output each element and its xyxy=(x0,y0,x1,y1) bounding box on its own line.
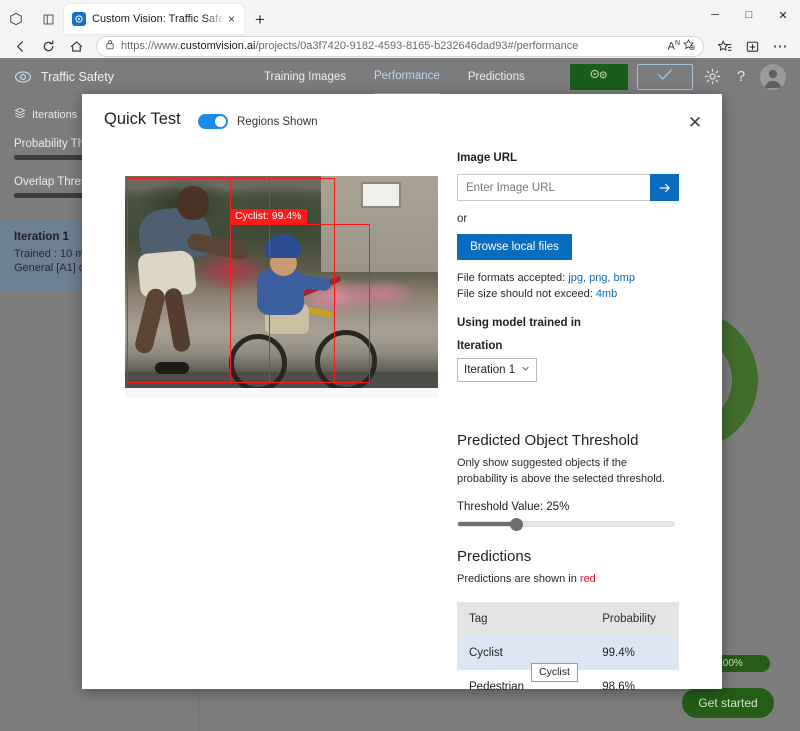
quick-test-button[interactable] xyxy=(637,64,693,90)
iteration-field-label: Iteration xyxy=(457,340,679,352)
check-icon xyxy=(657,68,673,86)
file-formats-value: jpg, png, bmp xyxy=(568,272,635,284)
browser-tab[interactable]: Custom Vision: Traffic Safety - Pe × xyxy=(64,4,244,34)
threshold-section: Predicted Object Threshold Only show sug… xyxy=(457,432,679,527)
using-model-trained-in-label: Using model trained in xyxy=(457,317,679,329)
refresh-icon[interactable] xyxy=(34,35,62,57)
browse-local-files-button[interactable]: Browse local files xyxy=(457,234,572,260)
image-url-row: Enter Image URL xyxy=(457,174,679,201)
bbox-cyclist xyxy=(230,224,370,383)
image-url-input[interactable]: Enter Image URL xyxy=(457,174,650,201)
file-size-value: 4mb xyxy=(596,288,617,300)
or-separator: or xyxy=(457,213,679,225)
get-started-button[interactable]: Get started xyxy=(682,688,774,718)
column-header-tag: Tag xyxy=(457,602,590,636)
new-tab-button[interactable]: + xyxy=(246,6,274,34)
close-tab-icon[interactable]: × xyxy=(225,11,238,27)
predictions-subtitle-prefix: Predictions are shown in xyxy=(457,573,580,585)
url-path: /projects/0a3f7420-9182-4593-8165-b23264… xyxy=(256,40,579,52)
collections-icon[interactable] xyxy=(738,35,766,57)
read-aloud-icon[interactable]: AN xyxy=(668,40,680,53)
threshold-title: Predicted Object Threshold xyxy=(457,432,679,449)
predictions-subtitle-highlight: red xyxy=(580,573,596,585)
minimize-button[interactable]: ─ xyxy=(698,0,732,30)
iterations-label: Iterations xyxy=(32,109,77,121)
omnibox-actions: AN xyxy=(668,38,695,54)
predictions-table: Tag Probability Cyclist 99.4% Pedestrian… xyxy=(457,602,679,704)
regions-shown-toggle[interactable] xyxy=(198,114,228,129)
app-nav-tabs: Training Images Performance Predictions xyxy=(264,58,525,95)
app-header: Traffic Safety Training Images Performan… xyxy=(0,58,800,95)
help-icon[interactable]: ? xyxy=(731,67,751,87)
predictions-title: Predictions xyxy=(457,548,679,565)
row-probability: 98.6% xyxy=(590,670,679,704)
regions-shown-toggle-wrap[interactable]: Regions Shown xyxy=(198,114,318,129)
tab-predictions[interactable]: Predictions xyxy=(468,58,525,95)
iteration-select-value: Iteration 1 xyxy=(464,364,515,376)
quick-test-right-panel: Image URL Enter Image URL or Browse loca… xyxy=(457,152,679,382)
project-name: Traffic Safety xyxy=(41,70,114,84)
tab-training-images[interactable]: Training Images xyxy=(264,58,346,95)
iteration-select[interactable]: Iteration 1 xyxy=(457,358,537,382)
iterations-icon xyxy=(14,107,26,122)
file-formats-label: File formats accepted: xyxy=(457,272,568,284)
threshold-description: Only show suggested objects if the proba… xyxy=(457,456,679,488)
home-icon[interactable] xyxy=(62,35,90,57)
threshold-slider[interactable] xyxy=(457,521,675,527)
app-header-actions: ? xyxy=(570,64,786,90)
avatar[interactable] xyxy=(760,64,786,90)
browser-toolbar: https://www.customvision.ai/projects/0a3… xyxy=(0,34,800,58)
modal-title: Quick Test xyxy=(104,110,181,129)
train-button[interactable] xyxy=(570,64,628,90)
arrow-right-icon[interactable] xyxy=(650,174,679,201)
address-bar-url: https://www.customvision.ai/projects/0a3… xyxy=(121,40,578,52)
train-gears-icon xyxy=(588,67,610,86)
custom-vision-eye-icon xyxy=(14,68,32,86)
table-header-row: Tag Probability xyxy=(457,602,679,636)
url-host: customvision.ai xyxy=(180,40,255,52)
prediction-tooltip: Cyclist xyxy=(531,663,578,682)
tab-performance[interactable]: Performance xyxy=(374,58,440,95)
favorites-icon[interactable] xyxy=(710,35,738,57)
browser-chrome: Custom Vision: Traffic Safety - Pe × + ─… xyxy=(0,0,800,58)
address-bar[interactable]: https://www.customvision.ai/projects/0a3… xyxy=(96,36,704,57)
gear-icon[interactable] xyxy=(702,67,722,87)
image-url-label: Image URL xyxy=(457,152,679,164)
close-icon[interactable]: ✕ xyxy=(684,112,706,134)
url-scheme: https://www. xyxy=(121,40,180,52)
test-image: Cyclist: 99.4% xyxy=(125,176,438,388)
browser-tabstrip: Custom Vision: Traffic Safety - Pe × + ─… xyxy=(0,0,800,34)
add-favorite-icon[interactable] xyxy=(682,38,695,54)
file-hints: File formats accepted: jpg, png, bmp Fil… xyxy=(457,271,679,303)
chevron-down-icon xyxy=(521,364,530,376)
tab-actions-icon[interactable] xyxy=(0,4,32,34)
threshold-value-label: Threshold Value: 25% xyxy=(457,501,679,513)
back-icon[interactable] xyxy=(6,35,34,57)
more-options-icon[interactable]: ⋯ xyxy=(766,35,794,57)
row-probability: 99.4% xyxy=(590,636,679,670)
background-divider xyxy=(198,695,199,731)
predictions-subtitle: Predictions are shown in red xyxy=(457,572,679,588)
vertical-tabs-icon[interactable] xyxy=(32,4,64,34)
file-size-label: File size should not exceed: xyxy=(457,288,596,300)
modal-header: Quick Test Regions Shown ✕ xyxy=(82,94,722,156)
column-header-probability: Probability xyxy=(590,602,679,636)
browser-tab-title: Custom Vision: Traffic Safety - Pe xyxy=(92,13,225,25)
regions-shown-label: Regions Shown xyxy=(237,116,318,128)
brand[interactable]: Traffic Safety xyxy=(14,68,114,86)
custom-vision-icon xyxy=(72,12,86,26)
window-controls: ─ □ ✕ xyxy=(698,0,800,30)
bbox-cyclist-label: Cyclist: 99.4% xyxy=(230,209,307,225)
maximize-button[interactable]: □ xyxy=(732,0,766,30)
test-image-preview: Cyclist: 99.4% xyxy=(125,176,438,398)
close-window-button[interactable]: ✕ xyxy=(766,0,800,30)
lock-icon xyxy=(105,39,115,53)
